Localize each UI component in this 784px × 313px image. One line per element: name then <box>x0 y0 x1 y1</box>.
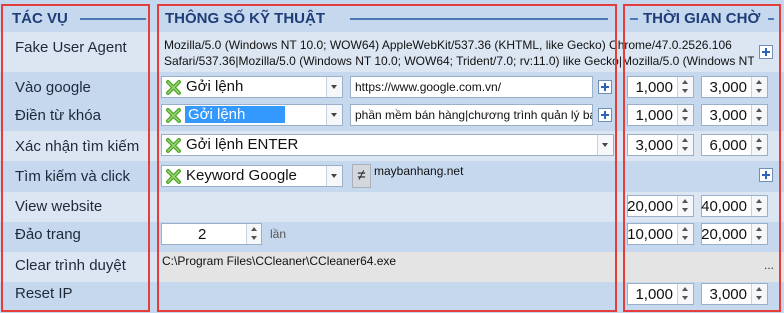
wait-max-spinner[interactable]: 40,000 <box>701 195 768 217</box>
chevron-down-icon[interactable] <box>326 166 342 186</box>
page-count-spinner[interactable]: 2 <box>161 223 262 245</box>
spinner-arrows-icon[interactable] <box>751 77 767 97</box>
count-unit-label: lần <box>270 227 287 241</box>
task-label-fake-user-agent: Fake User Agent <box>15 39 127 56</box>
wait-min-spinner[interactable]: 1,000 <box>627 283 694 305</box>
header-tasks: TÁC VỤ <box>12 10 68 27</box>
browse-button[interactable]: ... <box>764 258 774 272</box>
spinner-arrows-icon[interactable] <box>677 105 693 125</box>
page-count-value: 2 <box>198 226 207 243</box>
user-agent-text[interactable]: Mozilla/5.0 (Windows NT 10.0; WOW64) App… <box>164 37 754 69</box>
task-label-vao-google: Vào google <box>15 79 91 96</box>
ccleaner-path-text: C:\Program Files\CCleaner\CCleaner64.exe <box>162 254 397 268</box>
chevron-down-icon[interactable] <box>326 105 342 125</box>
chevron-down-icon[interactable] <box>326 77 342 97</box>
task-label-dien-tu-khoa: Điền từ khóa <box>15 107 101 124</box>
keyword-input[interactable]: phần mềm bán hàng|chương trình quản lý b… <box>350 104 593 126</box>
spinner-arrows-icon[interactable] <box>751 105 767 125</box>
wait-min-spinner[interactable]: 1,000 <box>627 76 694 98</box>
header-specs: THÔNG SỐ KỸ THUẬT <box>165 10 325 27</box>
x-command-icon <box>165 168 182 185</box>
wait-max-spinner[interactable]: 3,000 <box>701 104 768 126</box>
operator-toggle-button[interactable]: ≠ <box>352 164 371 188</box>
url-input[interactable]: https://www.google.com.vn/ <box>350 76 593 98</box>
spinner-arrows-icon[interactable] <box>677 284 693 304</box>
add-param-button[interactable] <box>598 80 612 94</box>
chevron-down-icon[interactable] <box>597 135 613 155</box>
spinner-arrows-icon[interactable] <box>751 135 767 155</box>
wait-max-spinner[interactable]: 3,000 <box>701 283 768 305</box>
action-select-tim-kiem-click[interactable]: Keyword Google <box>161 165 343 187</box>
action-select-value: Gởi lệnh <box>186 78 244 95</box>
task-label-view-website: View website <box>15 198 103 215</box>
task-label-tim-kiem-click: Tìm kiếm và click <box>15 168 131 185</box>
x-command-icon <box>165 79 182 96</box>
header-divider <box>80 18 146 20</box>
wait-max-spinner[interactable]: 3,000 <box>701 76 768 98</box>
target-domain-text[interactable]: maybanhang.net <box>374 164 463 178</box>
wait-min-spinner[interactable]: 3,000 <box>627 134 694 156</box>
action-select-value: Gởi lệnh <box>185 106 285 123</box>
user-agent-line-2: Safari/537.36|Mozilla/5.0 (Windows NT 10… <box>164 54 754 68</box>
wait-max-spinner[interactable]: 20,000 <box>701 223 768 245</box>
header-divider <box>768 18 774 20</box>
spinner-arrows-icon[interactable] <box>751 196 767 216</box>
action-select-value: Keyword Google <box>186 167 297 184</box>
spinner-arrows-icon[interactable] <box>677 77 693 97</box>
header-divider <box>350 18 608 20</box>
x-command-icon <box>165 107 182 124</box>
task-label-reset-ip: Reset IP <box>15 285 73 302</box>
task-label-dao-trang: Đảo trang <box>15 226 81 243</box>
header-wait-time: THỜI GIAN CHỜ <box>643 10 761 27</box>
spinner-arrows-icon[interactable] <box>751 224 767 244</box>
action-select-xac-nhan[interactable]: Gởi lệnh ENTER <box>161 134 614 156</box>
action-select-vao-google[interactable]: Gởi lệnh <box>161 76 343 98</box>
action-select-value: Gởi lệnh ENTER <box>186 136 299 153</box>
action-select-dien-tu-khoa[interactable]: Gởi lệnh <box>161 104 343 126</box>
header-divider <box>630 18 638 20</box>
spinner-arrows-icon[interactable] <box>751 284 767 304</box>
spinner-arrows-icon[interactable] <box>246 224 261 244</box>
add-target-button[interactable] <box>759 168 773 182</box>
wait-min-spinner[interactable]: 10,000 <box>627 223 694 245</box>
add-param-button[interactable] <box>598 108 612 122</box>
add-user-agent-button[interactable] <box>759 45 773 59</box>
x-command-icon <box>165 137 182 154</box>
user-agent-line-1: Mozilla/5.0 (Windows NT 10.0; WOW64) App… <box>164 38 732 52</box>
wait-min-spinner[interactable]: 1,000 <box>627 104 694 126</box>
spinner-arrows-icon[interactable] <box>677 224 693 244</box>
spinner-arrows-icon[interactable] <box>677 135 693 155</box>
task-label-xac-nhan: Xác nhận tìm kiếm <box>15 138 140 155</box>
ccleaner-path-field[interactable]: C:\Program Files\CCleaner\CCleaner64.exe… <box>161 252 784 282</box>
task-label-clear-browser: Clear trình duyệt <box>15 257 126 274</box>
wait-max-spinner[interactable]: 6,000 <box>701 134 768 156</box>
wait-min-spinner[interactable]: 20,000 <box>627 195 694 217</box>
spinner-arrows-icon[interactable] <box>677 196 693 216</box>
